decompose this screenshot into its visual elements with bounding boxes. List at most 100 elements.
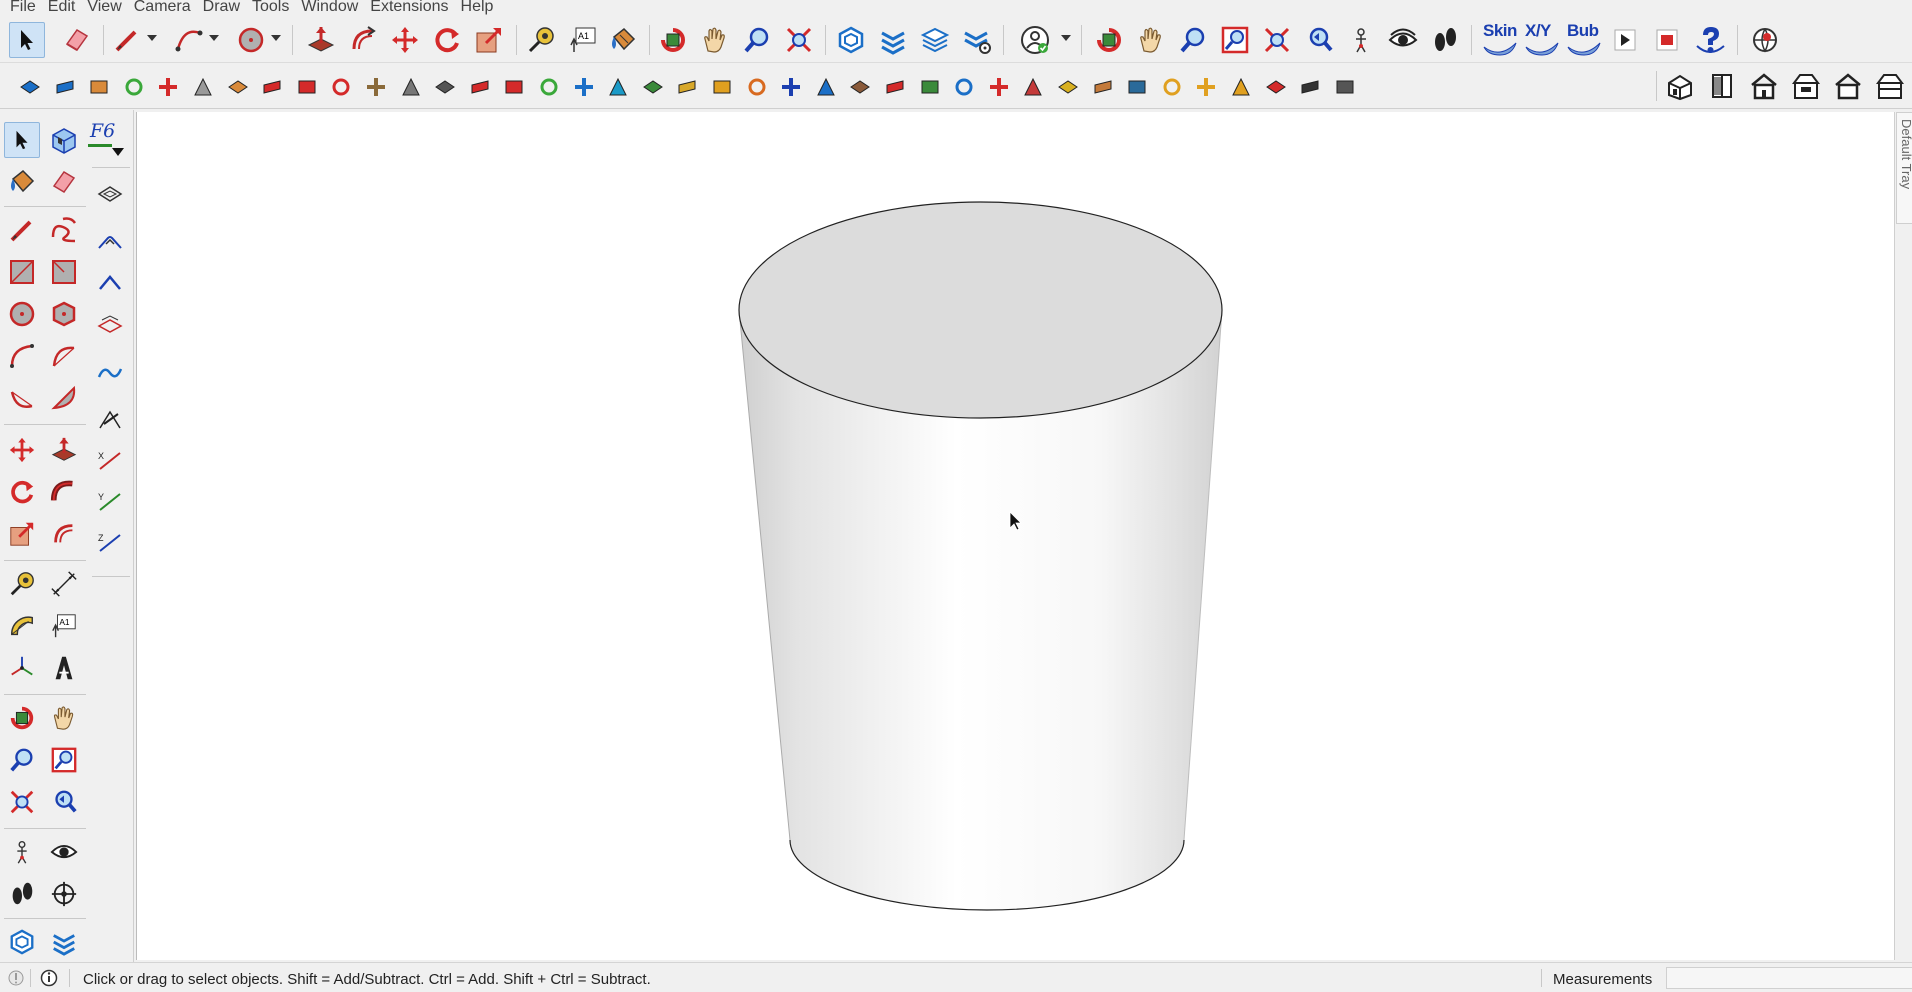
look-around-tool-button[interactable] (1386, 23, 1420, 57)
mirror-icon[interactable] (916, 73, 944, 101)
pan-tool-button-2[interactable] (1134, 23, 1168, 57)
walk-tool-button-left[interactable] (4, 876, 40, 912)
split-face-icon[interactable] (327, 73, 355, 101)
move-cross-icon[interactable] (570, 73, 598, 101)
arc-tool-button[interactable] (172, 23, 206, 57)
3d-text-tool-button[interactable] (46, 650, 82, 686)
pie-tool-button[interactable] (46, 380, 82, 416)
push-pull-tool-button[interactable] (304, 23, 338, 57)
two-point-arc-tool-button[interactable] (46, 338, 82, 374)
section-fill-icon[interactable] (16, 73, 44, 101)
cube-icon[interactable] (985, 73, 1013, 101)
textured-icon[interactable] (189, 73, 217, 101)
undo-icon[interactable] (881, 73, 909, 101)
move-tool-button[interactable] (388, 23, 422, 57)
text-tool-button[interactable]: A1 (566, 23, 600, 57)
sandbox-from-contours-button[interactable] (92, 177, 128, 211)
position-camera-tool-button[interactable] (1344, 23, 1378, 57)
loop-tool-icon[interactable] (708, 73, 736, 101)
back-view-button[interactable] (1830, 68, 1866, 104)
push-pull-tool-button-left[interactable] (46, 432, 82, 468)
drape-tool-button[interactable] (92, 307, 128, 341)
paint-icon[interactable] (1054, 73, 1082, 101)
orbit-tool-button-left[interactable] (4, 700, 40, 736)
scatter-icon[interactable] (1262, 73, 1290, 101)
window-icon[interactable] (1123, 73, 1151, 101)
dimension-tool-button[interactable] (46, 566, 82, 602)
geo-location-icon[interactable] (1748, 23, 1782, 57)
axis-x-tool-button[interactable]: X (92, 444, 128, 478)
xray-icon[interactable] (85, 73, 113, 101)
section-plane-icon[interactable] (51, 73, 79, 101)
triangle-icon[interactable] (673, 73, 701, 101)
make-component-tool-button[interactable] (46, 122, 82, 158)
info-icon[interactable] (40, 969, 58, 992)
cylinder-model[interactable] (738, 201, 1223, 911)
zoom-tool-button-left[interactable] (4, 742, 40, 778)
axis-z-tool-button[interactable]: Z (92, 526, 128, 560)
axis-y-tool-button[interactable]: Y (92, 485, 128, 519)
wall-icon[interactable] (362, 73, 390, 101)
grid-icon[interactable] (1089, 73, 1117, 101)
path-icon[interactable] (1296, 73, 1324, 101)
help-icon[interactable] (1692, 22, 1728, 58)
right-view-button[interactable] (1788, 68, 1824, 104)
stop-icon[interactable] (1652, 25, 1682, 55)
account-icon[interactable] (1018, 23, 1052, 57)
zoom-extents-tool-button-left[interactable] (4, 784, 40, 820)
account-dropdown-icon[interactable] (1059, 31, 1073, 45)
smoove-tool-button[interactable] (92, 225, 128, 259)
shaded-icon[interactable] (154, 73, 182, 101)
menu-help[interactable]: Help (455, 0, 500, 15)
zoom-extents-tool-button[interactable] (782, 23, 816, 57)
explode-icon[interactable] (950, 73, 978, 101)
look-around-tool-button-left[interactable] (46, 834, 82, 870)
menu-tools[interactable]: Tools (246, 0, 295, 15)
cylinder-top-face[interactable] (738, 201, 1223, 419)
twist-icon[interactable] (777, 73, 805, 101)
menu-extensions[interactable]: Extensions (364, 0, 454, 15)
left-view-button[interactable] (1872, 68, 1908, 104)
menu-camera[interactable]: Camera (128, 0, 197, 15)
curve-icon[interactable] (466, 73, 494, 101)
circle-tool-button-left[interactable] (4, 296, 40, 332)
orbit-tool-button[interactable] (656, 23, 690, 57)
position-camera-tool-button-left[interactable] (4, 834, 40, 870)
cube-red-icon[interactable] (1019, 73, 1047, 101)
guide-icon[interactable] (431, 73, 459, 101)
select-connected-icon[interactable] (1331, 73, 1359, 101)
default-tray-collapsed[interactable]: Default Tray (1894, 112, 1912, 960)
three-point-arc-tool-button[interactable] (4, 380, 40, 416)
menu-draw[interactable]: Draw (197, 0, 246, 15)
front-view-button[interactable] (1746, 68, 1782, 104)
select-tool-button[interactable] (9, 22, 45, 58)
xy-extension-button[interactable]: X/Y (1522, 21, 1562, 59)
menu-view[interactable]: View (81, 0, 127, 15)
layers-tool-button[interactable] (918, 23, 952, 57)
tray-tab[interactable]: Default Tray (1896, 112, 1912, 224)
arc-tool-button-left[interactable] (4, 338, 40, 374)
monochrome-icon[interactable] (224, 73, 252, 101)
play-icon[interactable] (1610, 25, 1640, 55)
menu-edit[interactable]: Edit (42, 0, 82, 15)
component-tool-button-left[interactable] (4, 924, 40, 960)
bub-extension-button[interactable]: Bub (1564, 21, 1604, 59)
tile-grid-icon[interactable] (1158, 73, 1186, 101)
circle-dropdown-icon[interactable] (269, 31, 283, 45)
terrain-icon[interactable] (639, 73, 667, 101)
pan-tool-button[interactable] (698, 23, 732, 57)
zoom-window-tool-button[interactable] (1218, 23, 1252, 57)
component-tool-button[interactable] (834, 23, 868, 57)
previous-view-tool-button[interactable] (1302, 23, 1336, 57)
tile-cross-icon[interactable] (1192, 73, 1220, 101)
tile-fine-icon[interactable] (1227, 73, 1255, 101)
line-tool-button[interactable] (110, 23, 144, 57)
freehand-tool-button[interactable] (46, 212, 82, 248)
add-detail-tool-button[interactable] (92, 356, 128, 390)
menu-window[interactable]: Window (295, 0, 364, 15)
text-tool-button-left[interactable]: A1 (46, 608, 82, 644)
scale-tool-button[interactable] (472, 23, 506, 57)
geo-location-status-icon[interactable] (7, 969, 25, 992)
hidden-line-icon[interactable] (120, 73, 148, 101)
tape-measure-tool-button[interactable] (524, 23, 558, 57)
